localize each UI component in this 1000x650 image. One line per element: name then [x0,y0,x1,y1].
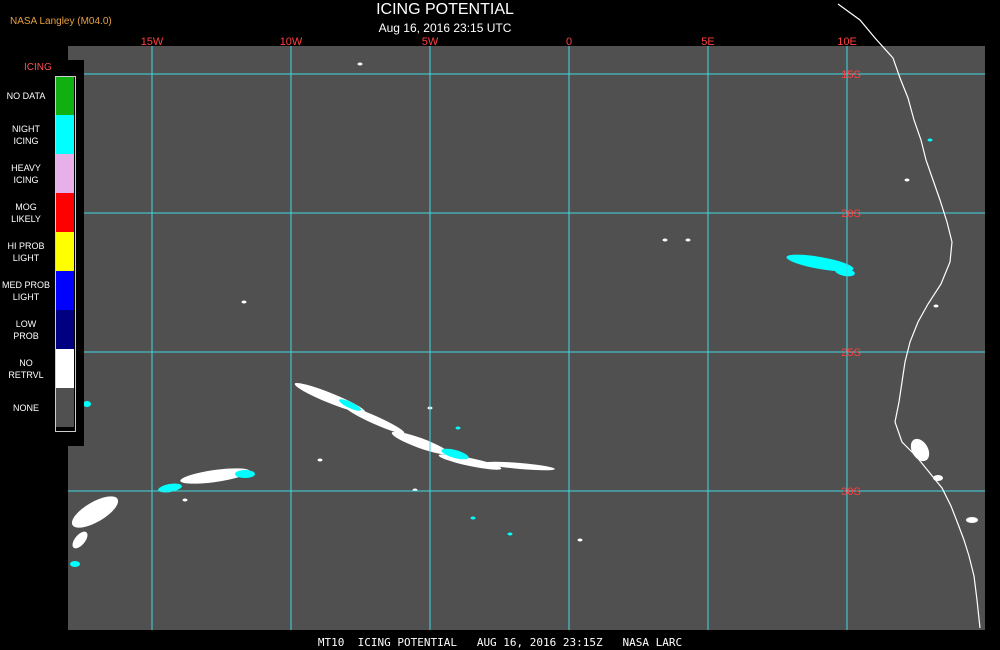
latitude-label: 25S [841,347,861,359]
legend-label-line: MOG [15,202,37,212]
cloud-patch [470,516,476,520]
legend-label-line: MED PROB [1,280,50,290]
cloud-patch [455,426,461,430]
legend-label: MOG LIKELY [0,201,52,225]
legend-title: ICING [24,62,52,73]
cloud-patch [662,238,668,242]
legend-label: NONE [0,402,52,414]
cloud-patch [933,304,939,308]
longitude-label: 10W [280,36,303,48]
legend-label-line: ICING [13,175,39,185]
latitude-label: 20S [841,208,861,220]
legend-label-line: RETRVL [8,370,44,380]
icing-map: 15W 10W 5W 0 5E 10E 15S 20S 25S 30S [68,3,985,630]
legend-label: MED PROB LIGHT [0,279,52,303]
legend-label-line: ICING [13,136,39,146]
longitude-label: 10E [837,36,857,48]
cloud-patch [317,458,323,462]
cloud-patch [507,532,513,536]
legend-label-line: LIGHT [12,253,40,263]
legend-label: HI PROB LIGHT [0,240,52,264]
cloud-patch [904,178,910,182]
legend-label-line: NO [19,358,33,368]
legend-label-line: PROB [13,331,39,341]
map-timestamp: Aug 16, 2016 23:15 UTC [378,21,512,35]
longitude-label: 0 [566,36,572,48]
cloud-patch [357,62,363,66]
legend-label-line: LOW [15,319,37,329]
longitude-label: 15W [141,36,164,48]
cloud-patch [577,538,583,542]
map-title: ICING POTENTIAL [376,1,514,18]
legend-label-line: NO DATA [6,91,46,101]
legend-label: NIGHT ICING [0,123,52,147]
legend-label: LOW PROB [0,318,52,342]
legend-label-line: LIKELY [11,214,41,224]
cloud-patch [182,498,188,502]
legend-label-line: LIGHT [12,292,40,302]
legend-label: NO DATA [0,90,52,102]
legend-label-line: HEAVY [11,163,41,173]
longitude-label: 5E [701,36,714,48]
latitude-label: 15S [841,69,861,81]
legend-label-line: NONE [12,403,39,413]
cloud-patch [685,238,691,242]
legend-frame [55,76,76,432]
color-legend: ICING NO DATA NIGHT ICING HEAVY ICING MOG LIKE… [0,60,84,446]
legend-label: NO RETRVL [0,357,52,381]
cloud-patch [70,561,80,567]
cloud-patch [235,470,255,478]
latitude-label: 30S [841,486,861,498]
legend-label: HEAVY ICING [0,162,52,186]
footer-caption: MT10 ICING POTENTIAL AUG 16, 2016 23:15Z… [317,636,683,649]
legend-label-line: NIGHT [12,124,40,134]
cloud-patch [241,300,247,304]
cloud-patch [966,517,978,523]
legend-label-line: HI PROB [7,241,45,251]
cloud-patch [927,138,933,142]
longitude-label: 5W [422,36,439,48]
cloud-patch [83,401,91,407]
